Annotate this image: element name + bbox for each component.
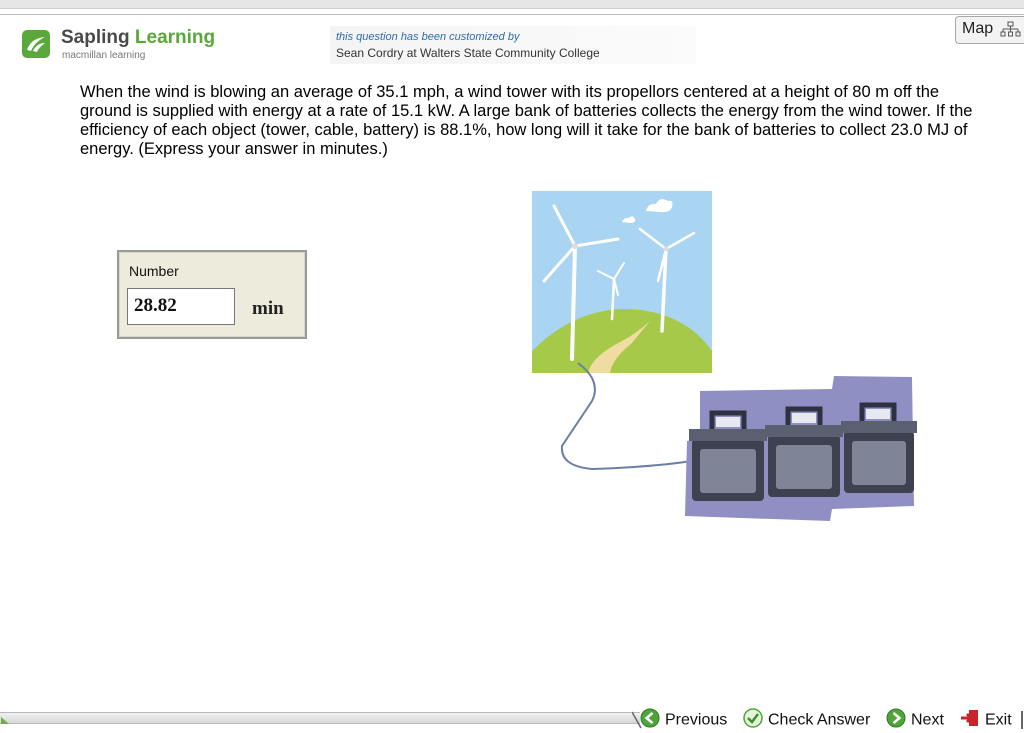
customization-notice: this question has been customized by Sea… bbox=[330, 26, 696, 64]
bottom-toolbar: Previous Check Answer Next Exit bbox=[0, 702, 1024, 732]
top-divider bbox=[0, 14, 1024, 15]
map-label: Map bbox=[962, 20, 994, 37]
checkmark-circle-icon bbox=[743, 708, 763, 733]
exit-label: Exit bbox=[985, 711, 1012, 729]
map-button[interactable]: Map bbox=[955, 16, 1024, 44]
answer-panel: Number 28.82 min bbox=[117, 250, 307, 339]
sapling-leaf-icon bbox=[22, 30, 50, 58]
arrow-right-circle-icon bbox=[886, 708, 906, 733]
check-answer-label: Check Answer bbox=[768, 711, 871, 729]
customized-by-label: this question has been customized by bbox=[336, 31, 520, 43]
toolbar-end-bar bbox=[1021, 711, 1023, 729]
previous-button[interactable]: Previous bbox=[640, 708, 727, 730]
progress-track bbox=[0, 712, 640, 724]
answer-label: Number bbox=[129, 263, 179, 279]
brand-name: Sapling Learning bbox=[61, 27, 216, 48]
next-label: Next bbox=[911, 711, 944, 729]
question-text: When the wind is blowing an average of 3… bbox=[80, 83, 973, 158]
check-answer-button[interactable]: Check Answer bbox=[743, 708, 870, 730]
brand-subtitle: macmillan learning bbox=[62, 50, 146, 61]
previous-label: Previous bbox=[665, 711, 728, 729]
customized-by-name: Sean Cordry at Walters State Community C… bbox=[336, 46, 600, 60]
answer-unit: min bbox=[252, 298, 284, 319]
collapse-arrow-icon[interactable] bbox=[0, 716, 12, 726]
top-frame-bar bbox=[0, 0, 1024, 9]
next-button[interactable]: Next bbox=[886, 708, 944, 730]
exit-door-icon bbox=[960, 708, 980, 733]
exit-button[interactable]: Exit bbox=[960, 708, 1012, 730]
arrow-left-circle-icon bbox=[640, 708, 660, 733]
answer-input[interactable]: 28.82 bbox=[127, 288, 235, 325]
wind-tower-battery-illustration bbox=[532, 191, 922, 531]
map-tree-icon bbox=[1000, 21, 1022, 44]
